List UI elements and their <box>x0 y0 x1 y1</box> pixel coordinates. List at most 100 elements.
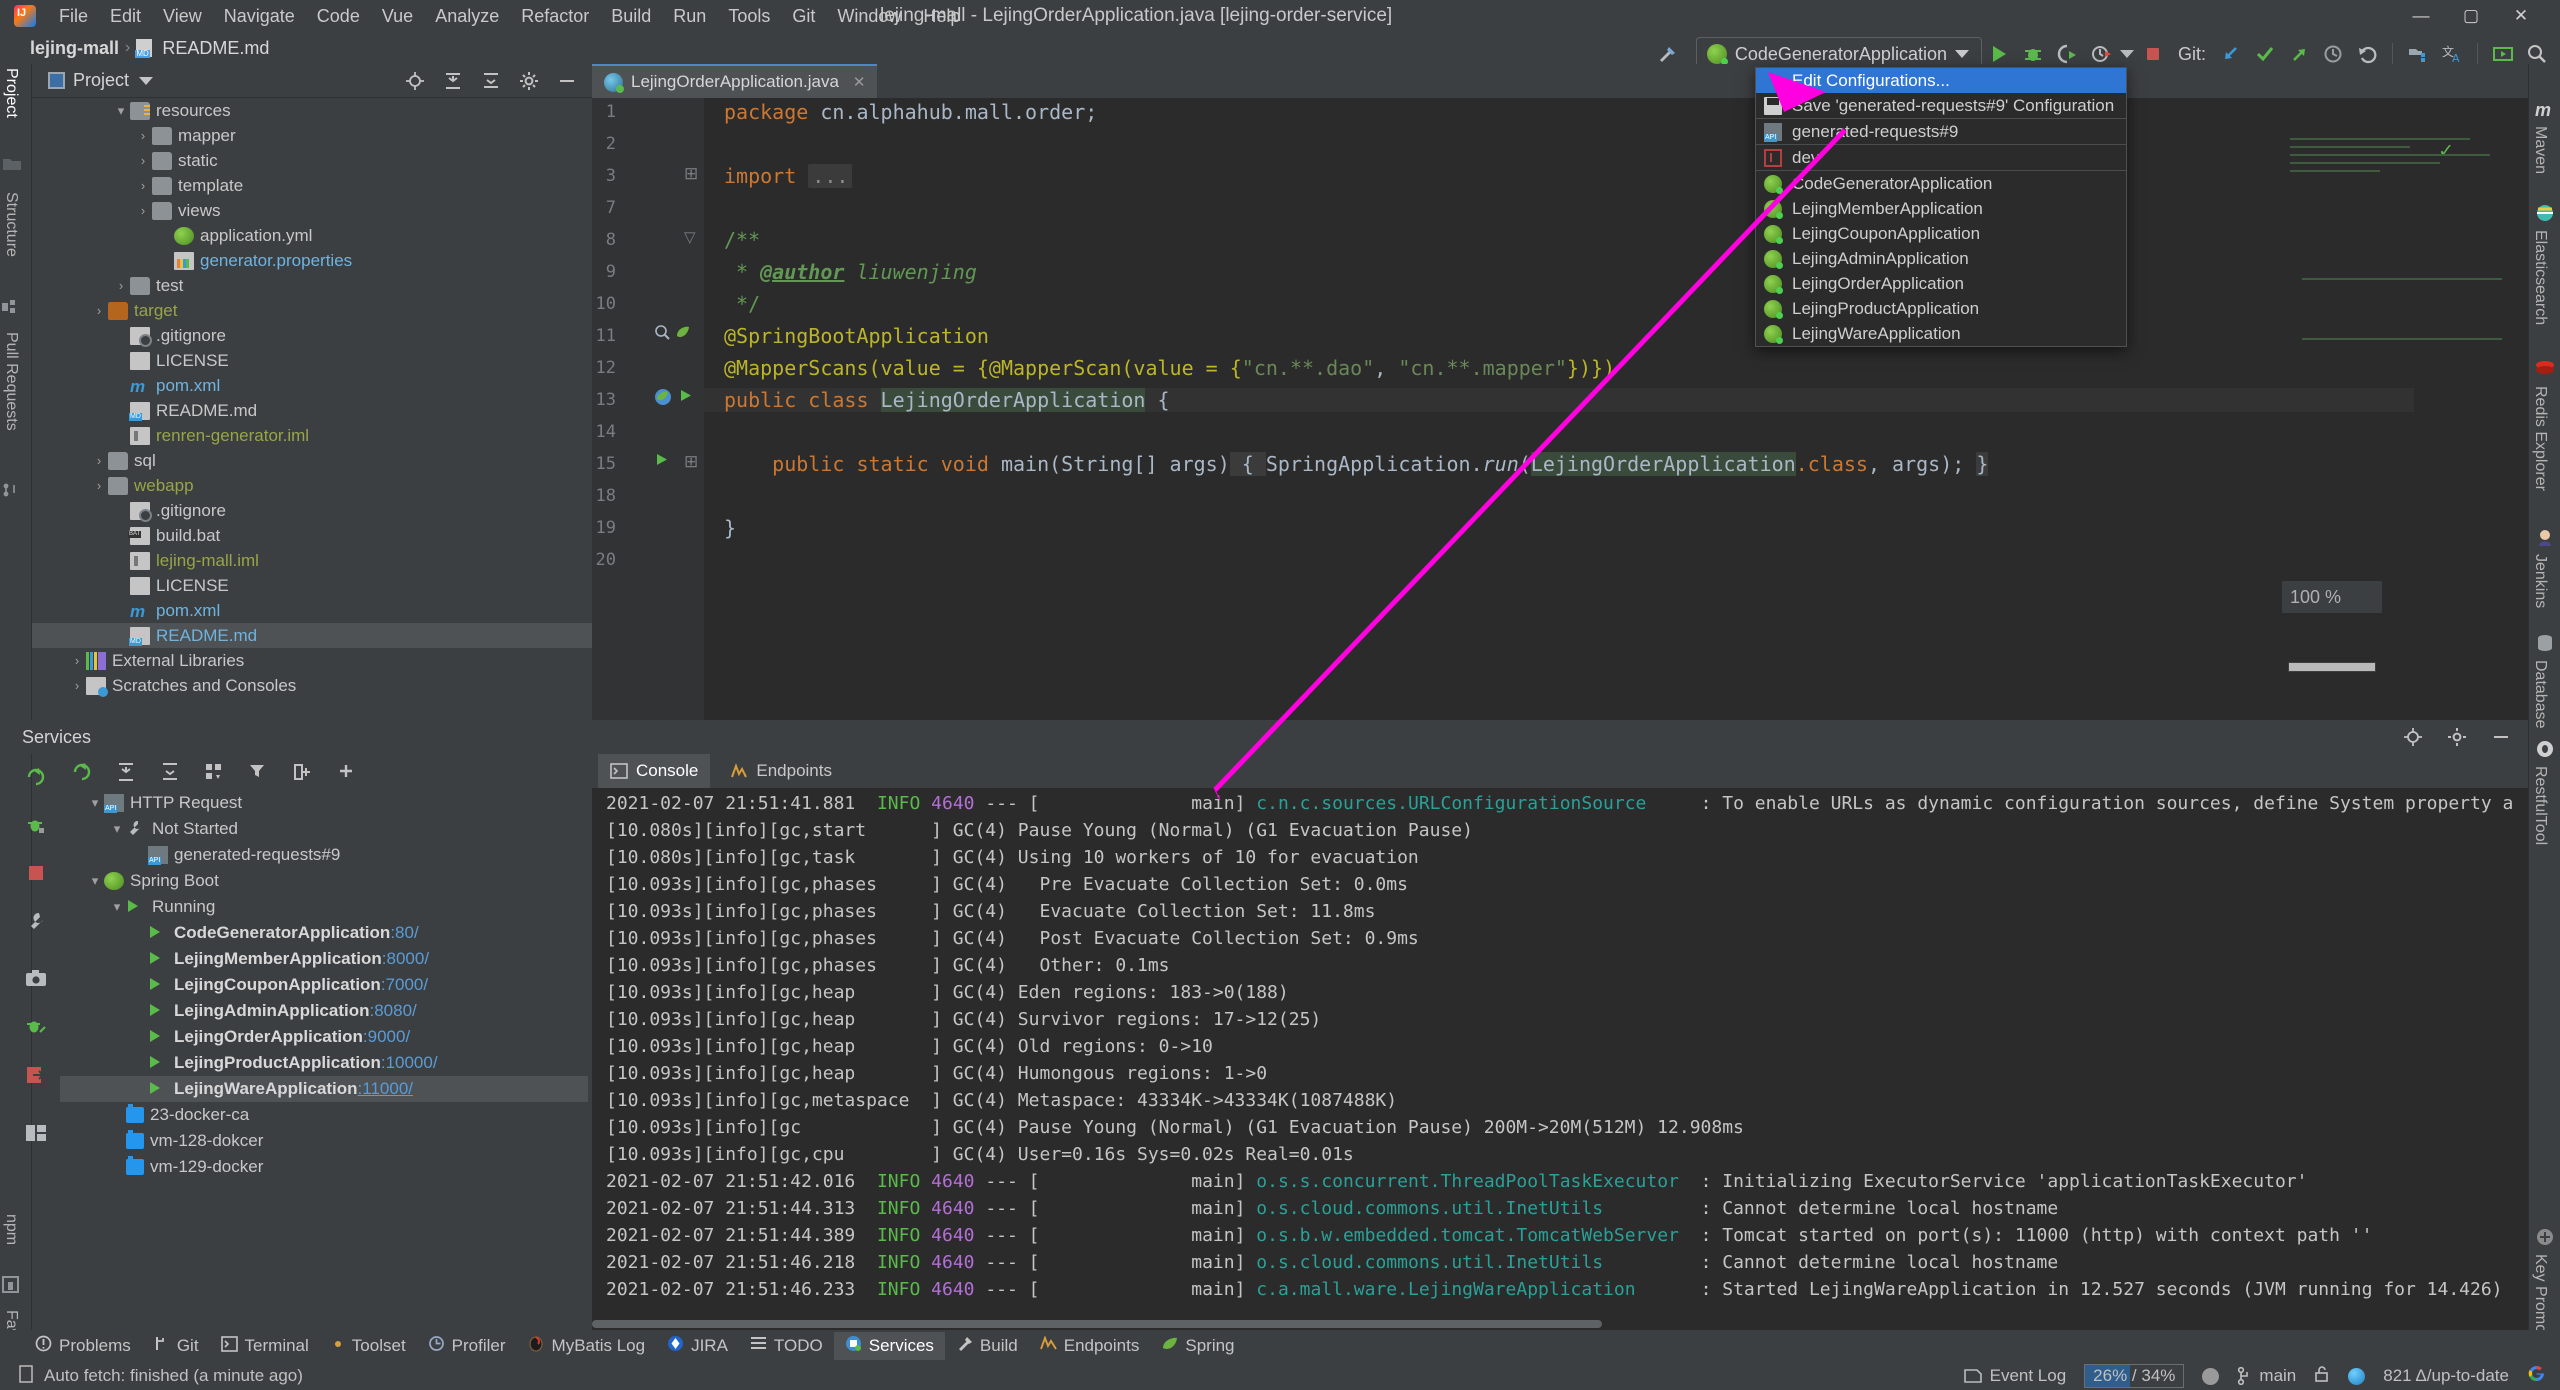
project-tree-node[interactable]: › target <box>32 298 592 323</box>
editor-tab-lejingorderapplication[interactable]: LejingOrderApplication.java ✕ <box>592 64 878 98</box>
tab-console[interactable]: Console <box>598 754 711 788</box>
menu-file[interactable]: File <box>48 2 99 31</box>
project-tree-node[interactable]: build.bat <box>32 523 592 548</box>
sidebar-item-elasticsearch[interactable]: Elasticsearch <box>2531 230 2549 325</box>
project-tree-node[interactable]: › views <box>32 198 592 223</box>
unlocked-icon[interactable] <box>2314 1365 2330 1388</box>
collapse-all-icon[interactable] <box>480 70 502 92</box>
filter-icon[interactable] <box>246 760 270 784</box>
sonarlint-icon[interactable] <box>2348 1367 2366 1385</box>
project-tree-node[interactable]: › template <box>32 173 592 198</box>
project-tree-node[interactable]: renren-generator.iml <box>32 423 592 448</box>
fold-collapse-icon[interactable]: ▽ <box>684 228 696 246</box>
tree-twisty[interactable]: ▾ <box>86 795 104 811</box>
chevron-down-icon[interactable] <box>139 76 154 85</box>
sidebar-item-structure[interactable]: Structure <box>2 192 20 257</box>
menu-git[interactable]: Git <box>781 2 826 31</box>
fold-expand-icon[interactable]: ⊞ <box>684 164 698 184</box>
project-tree-node[interactable]: README.md <box>32 398 592 423</box>
folded-imports[interactable]: ... <box>808 164 853 188</box>
tree-twisty[interactable]: ▾ <box>108 899 126 915</box>
tree-twisty[interactable]: › <box>112 278 130 293</box>
camera-icon[interactable] <box>23 966 49 992</box>
menu-navigate[interactable]: Navigate <box>213 2 306 31</box>
hide-panel-icon[interactable] <box>2490 726 2512 748</box>
tree-twisty[interactable]: › <box>134 178 152 193</box>
editor-scrollbar[interactable] <box>2506 132 2528 754</box>
services-tree-node[interactable]: ▾ Spring Boot <box>60 868 588 894</box>
group-icon[interactable] <box>202 760 226 784</box>
sidebar-item-pull-requests[interactable]: Pull Requests <box>2 332 20 431</box>
services-tree-node[interactable]: ▾ Not Started <box>60 816 588 842</box>
run-method-gutter-icon[interactable] <box>654 452 669 471</box>
settings-wrench-icon[interactable] <box>23 908 49 934</box>
service-port[interactable]: :9000/ <box>363 1027 410 1047</box>
editor-gutter[interactable]: 1 2 3 7 8 9 10 11 12 13 14 15 18 19 20 ⊞… <box>592 98 704 720</box>
services-tree-node[interactable]: LejingMemberApplication :8000/ <box>60 946 588 972</box>
project-tree-node[interactable]: README.md <box>32 623 592 648</box>
fold-expand-icon[interactable]: ⊞ <box>684 452 698 472</box>
dropdown-item-edit-configurations[interactable]: Edit Configurations... <box>1756 68 2126 93</box>
service-port[interactable]: :8000/ <box>382 949 429 969</box>
project-tree-node[interactable]: .gitignore <box>32 323 592 348</box>
menu-tools[interactable]: Tools <box>717 2 781 31</box>
bottom-bar-spring[interactable]: Spring <box>1150 1332 1245 1360</box>
collapse-all-icon[interactable] <box>158 760 182 784</box>
minimize-button[interactable]: — <box>2410 5 2432 27</box>
spring-run-gutter-icon[interactable] <box>654 388 672 410</box>
add-icon[interactable] <box>334 760 358 784</box>
services-tree-node[interactable]: 23-docker-ca <box>60 1102 588 1128</box>
tree-twisty[interactable]: ▾ <box>112 103 130 119</box>
dropdown-item-lejingcouponapplication[interactable]: LejingCouponApplication <box>1756 221 2126 246</box>
project-tree-node[interactable]: application.yml <box>32 223 592 248</box>
project-tree-node[interactable]: lejing-mall.iml <box>32 548 592 573</box>
rerun-icon[interactable] <box>70 760 94 784</box>
bottom-bar-endpoints[interactable]: Endpoints <box>1029 1333 1151 1359</box>
project-tree-node[interactable]: › sql <box>32 448 592 473</box>
minimap-scroll-thumb[interactable] <box>2288 662 2376 672</box>
run-configuration-dropdown[interactable]: Edit Configurations... Save 'generated-r… <box>1755 67 2127 347</box>
project-tree-node[interactable]: LICENSE <box>32 348 592 373</box>
sidebar-item-redis-explorer[interactable]: Redis Explorer <box>2531 386 2549 491</box>
spring-bean-gutter-icon[interactable] <box>674 324 691 345</box>
open-in-icon[interactable] <box>23 1062 49 1088</box>
code-viewport[interactable]: 1 2 3 7 8 9 10 11 12 13 14 15 18 19 20 ⊞… <box>592 98 2528 754</box>
project-tree-node[interactable]: › Scratches and Consoles <box>32 673 592 698</box>
breadcrumb-file[interactable]: README.md <box>162 38 269 59</box>
code-text[interactable]: package cn.alphahub.mall.order; import .… <box>704 98 2528 720</box>
locate-icon[interactable] <box>404 70 426 92</box>
menu-edit[interactable]: Edit <box>99 2 152 31</box>
attach-debugger-icon[interactable] <box>23 1014 49 1040</box>
service-port[interactable]: :10000/ <box>381 1053 438 1073</box>
tree-twisty[interactable]: › <box>90 303 108 318</box>
sidebar-item-jenkins[interactable]: Jenkins <box>2531 554 2549 608</box>
dropdown-item-lejingwareapplication[interactable]: LejingWareApplication <box>1756 321 2126 346</box>
menu-analyze[interactable]: Analyze <box>424 2 510 31</box>
tab-endpoints[interactable]: Endpoints <box>718 754 844 788</box>
close-icon[interactable]: ✕ <box>853 73 866 91</box>
dropdown-item-lejingmemberapplication[interactable]: LejingMemberApplication <box>1756 196 2126 221</box>
services-settings-icon[interactable] <box>2446 726 2468 748</box>
stop-icon[interactable] <box>23 860 49 886</box>
tree-twisty[interactable]: › <box>134 128 152 143</box>
tree-twisty[interactable]: › <box>90 453 108 468</box>
tree-twisty[interactable]: ▾ <box>86 873 104 889</box>
service-port[interactable]: :11000/ <box>358 1079 413 1099</box>
dropdown-item-lejingadminapplication[interactable]: LejingAdminApplication <box>1756 246 2126 271</box>
service-port[interactable]: :80/ <box>390 923 418 943</box>
services-tree-node[interactable]: LejingCouponApplication :7000/ <box>60 972 588 998</box>
project-tree-node[interactable]: m pom.xml <box>32 373 592 398</box>
breadcrumb-project[interactable]: lejing-mall <box>30 38 119 59</box>
google-icon[interactable] <box>2527 1364 2546 1388</box>
event-log-button[interactable]: Event Log <box>1963 1366 2066 1386</box>
project-tree-node[interactable]: ▾ resources <box>32 98 592 123</box>
sidebar-item-database[interactable]: Database <box>2531 660 2549 729</box>
editor-minimap[interactable] <box>2290 132 2520 252</box>
bottom-bar-toolset[interactable]: Toolset <box>320 1333 417 1359</box>
project-tree-node[interactable]: › mapper <box>32 123 592 148</box>
menu-code[interactable]: Code <box>306 2 371 31</box>
project-tree-node[interactable]: › static <box>32 148 592 173</box>
dropdown-item-codegeneratorapplication[interactable]: CodeGeneratorApplication <box>1756 171 2126 196</box>
bottom-bar-terminal[interactable]: Terminal <box>210 1333 320 1360</box>
rerun-icon[interactable] <box>23 764 49 790</box>
